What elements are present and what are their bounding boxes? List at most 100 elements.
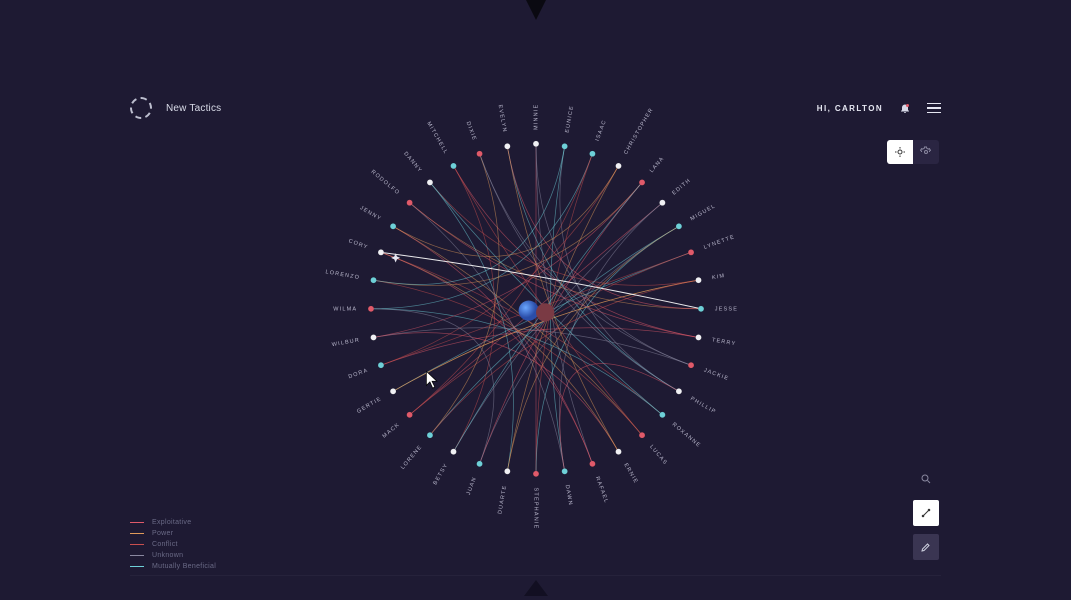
edge[interactable] <box>373 280 642 435</box>
legend-swatch-icon <box>130 533 144 535</box>
legend-item: Power <box>130 530 216 537</box>
node-label-lorenzo: LORENZO <box>324 269 359 281</box>
node-danny[interactable] <box>427 179 433 185</box>
node-label-eunice: EUNICE <box>564 105 575 134</box>
node-dora[interactable] <box>378 362 384 368</box>
legend-item: Exploitative <box>130 519 216 526</box>
network-chart[interactable]: MINNIEEUNICEISAACCHRISTOPHERLANAEDITHMIG… <box>316 89 756 529</box>
node-betsy[interactable] <box>450 449 456 455</box>
node-lynette[interactable] <box>688 249 694 255</box>
node-mitchell[interactable] <box>450 163 456 169</box>
node-isaac[interactable] <box>589 151 595 157</box>
edge[interactable] <box>373 328 691 365</box>
node-lorene[interactable] <box>427 432 433 438</box>
node-label-phillip: PHILLIP <box>689 396 717 416</box>
brand-title: New Tactics <box>166 103 221 114</box>
node-ernie[interactable] <box>615 449 621 455</box>
user-greeting: HI, CARLTON <box>817 104 883 113</box>
node-label-stephanie: STEPHANIE <box>532 488 538 530</box>
view-mode-light-button[interactable] <box>887 140 913 164</box>
node-phillip[interactable] <box>675 388 681 394</box>
node-miguel[interactable] <box>675 223 681 229</box>
node-rafael[interactable] <box>589 461 595 467</box>
view-mode-settings-button[interactable] <box>913 140 939 164</box>
node-evelyn[interactable] <box>504 143 510 149</box>
legend-swatch-icon <box>130 522 144 524</box>
node-cory[interactable] <box>378 249 384 255</box>
node-label-dora: DORA <box>347 368 368 381</box>
edge[interactable] <box>453 166 494 452</box>
node-lana[interactable] <box>639 179 645 185</box>
node-eunice[interactable] <box>561 143 567 149</box>
legend-swatch-icon <box>130 566 144 568</box>
edge[interactable] <box>380 328 698 365</box>
node-label-mack: MACK <box>381 422 401 440</box>
node-gertie[interactable] <box>390 388 396 394</box>
node-terry[interactable] <box>695 335 701 341</box>
legend-swatch-icon <box>130 555 144 557</box>
legend-swatch-icon <box>130 544 144 546</box>
edge[interactable] <box>373 182 642 337</box>
legend-item: Mutually Beneficial <box>130 563 216 570</box>
node-juan[interactable] <box>476 461 482 467</box>
edge[interactable] <box>536 144 691 365</box>
node-label-miguel: MIGUEL <box>689 203 716 222</box>
node-jackie[interactable] <box>688 362 694 368</box>
node-edith[interactable] <box>659 200 665 206</box>
node-lucas[interactable] <box>639 432 645 438</box>
edit-tool-button[interactable] <box>913 534 939 560</box>
legend-item: Unknown <box>130 552 216 559</box>
brand[interactable]: New Tactics <box>130 97 221 119</box>
connection-tool-button[interactable] <box>913 500 939 526</box>
top-notch <box>526 0 546 20</box>
node-label-duarte: DUARTE <box>497 484 508 514</box>
node-label-danny: DANNY <box>402 151 423 174</box>
node-label-roxanne: ROXANNE <box>670 422 701 449</box>
node-label-cory: CORY <box>347 238 368 251</box>
node-jenny[interactable] <box>390 223 396 229</box>
node-label-edith: EDITH <box>671 178 692 197</box>
node-jesse[interactable] <box>698 306 704 312</box>
legend-label: Power <box>152 530 173 537</box>
node-label-terry: TERRY <box>711 337 736 347</box>
node-wilma[interactable] <box>368 306 374 312</box>
node-duarte[interactable] <box>504 468 510 474</box>
legend-label: Exploitative <box>152 519 191 526</box>
node-christopher[interactable] <box>615 163 621 169</box>
node-label-dixie: DIXIE <box>464 121 477 142</box>
center-globe-b-icon <box>536 303 554 321</box>
notification-icon[interactable] <box>899 102 911 114</box>
node-dawn[interactable] <box>561 468 567 474</box>
node-label-evelyn: EVELYN <box>496 104 507 133</box>
node-label-jackie: JACKIE <box>702 368 729 383</box>
view-mode-toggle <box>887 140 939 164</box>
center-globe-a-icon <box>518 301 538 321</box>
node-stephanie[interactable] <box>533 471 539 477</box>
node-dixie[interactable] <box>476 151 482 157</box>
brand-logo-icon <box>130 97 152 119</box>
node-label-kim: KIM <box>711 273 725 281</box>
edge[interactable] <box>371 309 494 464</box>
node-label-jesse: JESSE <box>714 306 737 312</box>
search-button[interactable] <box>913 466 939 492</box>
node-wilbur[interactable] <box>370 335 376 341</box>
footer-hairline <box>130 575 941 576</box>
node-label-christopher: CHRISTOPHER <box>623 107 655 156</box>
bottom-notch <box>524 580 548 596</box>
node-minnie[interactable] <box>533 141 539 147</box>
node-label-lana: LANA <box>648 156 665 175</box>
node-roxanne[interactable] <box>659 412 665 418</box>
node-label-lynette: LYNETTE <box>703 234 736 251</box>
node-lorenzo[interactable] <box>370 277 376 283</box>
node-rodolfo[interactable] <box>406 200 412 206</box>
legend: Exploitative Power Conflict Unknown Mutually… <box>130 519 216 570</box>
node-label-mitchell: MITCHELL <box>425 121 449 156</box>
node-kim[interactable] <box>695 277 701 283</box>
legend-item: Conflict <box>130 541 216 548</box>
edge[interactable] <box>507 146 679 391</box>
node-label-rafael: RAFAEL <box>593 476 608 505</box>
edge[interactable] <box>371 154 592 309</box>
legend-label: Unknown <box>152 552 183 559</box>
menu-icon[interactable] <box>927 103 941 114</box>
node-mack[interactable] <box>406 412 412 418</box>
